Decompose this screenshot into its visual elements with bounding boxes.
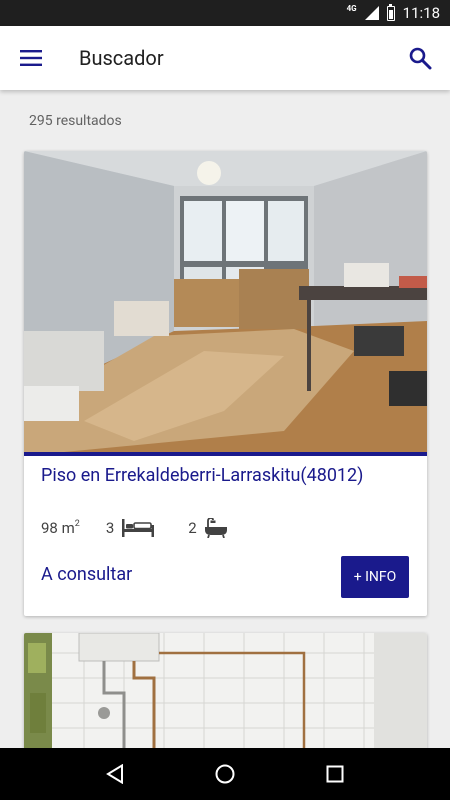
rooms-feature: 3: [105, 519, 155, 537]
results-count: 295 resultados: [29, 113, 122, 129]
search-icon: [409, 47, 432, 70]
home-circle-icon: [215, 764, 235, 784]
recents-button[interactable]: [315, 754, 355, 794]
area-unit-superscript: 2: [74, 519, 80, 529]
listing-photo[interactable]: [24, 633, 427, 748]
listing-card[interactable]: Piso en Errekaldeberri-Larraskitu(48012)…: [24, 151, 427, 616]
back-triangle-icon: [106, 764, 123, 784]
menu-button[interactable]: [0, 26, 62, 90]
area-value: 98 m: [41, 519, 75, 537]
bed-icon: [122, 519, 155, 537]
rooms-value: 3: [105, 519, 115, 537]
recents-square-icon: [326, 765, 344, 783]
home-button[interactable]: [205, 754, 245, 794]
listing-title[interactable]: Piso en Errekaldeberri-Larraskitu(48012): [41, 465, 363, 486]
area-feature: 98 m2: [41, 519, 80, 537]
back-button[interactable]: [95, 754, 135, 794]
baths-value: 2: [188, 519, 197, 537]
listing-features: 98 m2 3 2: [41, 518, 227, 538]
search-button[interactable]: [390, 26, 450, 90]
system-nav-bar: [0, 748, 450, 800]
battery-icon: [386, 3, 395, 21]
accent-line: [24, 452, 427, 456]
more-info-button[interactable]: + INFO: [341, 556, 409, 598]
listing-photo[interactable]: [24, 151, 427, 452]
results-list[interactable]: 295 resultados Piso en Errekaldeberri-La…: [0, 90, 450, 748]
network-label: 4G: [346, 3, 357, 13]
signal-icon: [364, 6, 379, 20]
listing-price: A consultar: [41, 564, 133, 585]
app-bar: Buscador: [0, 26, 450, 90]
clock: 11:18: [402, 4, 440, 22]
listing-card[interactable]: [24, 633, 427, 748]
baths-feature: 2: [188, 518, 227, 538]
page-title: Buscador: [79, 46, 164, 70]
hamburger-menu-icon: [20, 50, 42, 66]
bathtub-icon: [204, 518, 227, 538]
status-bar: 4G 11:18: [0, 0, 450, 26]
